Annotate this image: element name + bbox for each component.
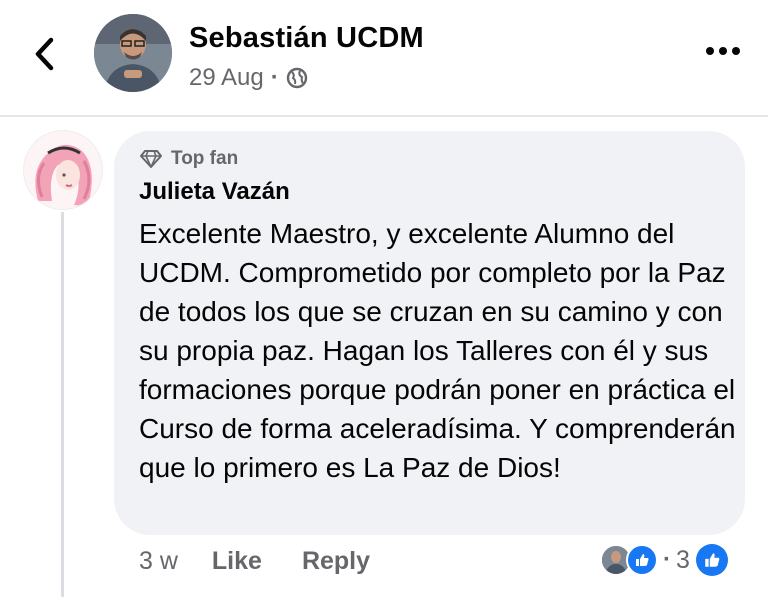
comment-age[interactable]: 3 w — [139, 547, 178, 576]
reaction-count[interactable]: 3 — [676, 546, 690, 575]
comment-view: Sebastián UCDM 29 Aug · Top fan Julieta … — [0, 0, 768, 597]
author-avatar-image — [94, 14, 172, 92]
globe-icon — [286, 67, 307, 89]
commenter-name[interactable]: Julieta Vazán — [139, 178, 290, 206]
like-icon — [695, 544, 728, 576]
post-meta: 29 Aug · — [189, 64, 308, 92]
header-divider — [0, 115, 768, 117]
more-horizontal-icon — [706, 47, 740, 55]
back-button[interactable] — [24, 34, 64, 74]
post-header: Sebastián UCDM 29 Aug · — [0, 0, 768, 113]
thread-line — [61, 212, 64, 597]
comment-actions: 3 w Like Reply — [139, 546, 410, 576]
like-reaction-icon — [626, 544, 658, 576]
author-name[interactable]: Sebastián UCDM — [189, 22, 424, 55]
like-button[interactable]: Like — [212, 547, 262, 576]
diamond-icon — [140, 150, 162, 168]
more-options-button[interactable] — [700, 36, 746, 66]
chevron-left-icon — [35, 37, 54, 71]
commenter-avatar-image — [24, 131, 102, 209]
post-date[interactable]: 29 Aug — [189, 64, 264, 92]
meta-separator: · — [270, 64, 279, 91]
reactions-summary[interactable]: · 3 — [600, 543, 728, 577]
commenter-avatar[interactable] — [23, 130, 103, 210]
comment-text: Excelente Maestro, y excelente Alumno de… — [139, 218, 736, 483]
top-fan-badge: Top fan — [139, 148, 238, 170]
reply-button[interactable]: Reply — [302, 547, 370, 576]
reaction-separator: · — [663, 546, 671, 573]
author-avatar[interactable] — [94, 14, 172, 92]
badge-label: Top fan — [171, 148, 239, 169]
